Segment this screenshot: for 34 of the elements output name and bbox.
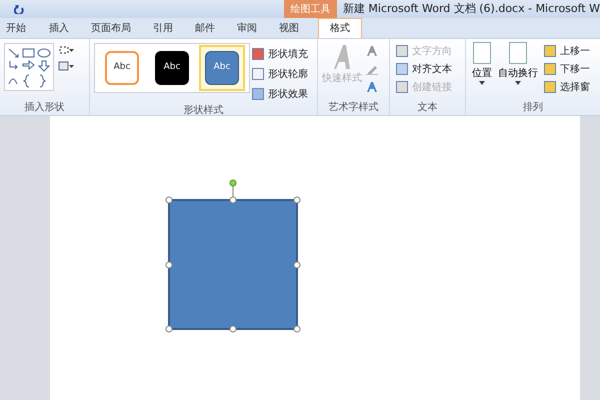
ribbon-large-button[interactable]: 自动换行 (498, 42, 538, 99)
ribbon-tab[interactable]: 视图 (268, 18, 310, 38)
ribbon-large-button[interactable]: 位置 (472, 42, 492, 99)
ribbon-command[interactable]: 形状填充 (252, 45, 308, 63)
group-label: 艺术字样式 (328, 100, 378, 114)
ribbon-command[interactable]: 形状轮廓 (252, 65, 308, 83)
edit-shape-icon[interactable] (58, 45, 74, 55)
caret-icon[interactable] (515, 81, 521, 85)
caret-icon[interactable] (479, 81, 485, 85)
ribbon-tab[interactable]: 审阅 (226, 18, 268, 38)
text-effects-icon[interactable] (366, 81, 378, 93)
ribbon-tab[interactable]: 引用 (142, 18, 184, 38)
ribbon-command[interactable]: 下移一 (544, 60, 590, 78)
ribbon-command[interactable]: 选择窗 (544, 78, 590, 96)
ribbon-tab[interactable]: 格式 (318, 18, 362, 38)
ribbon-command[interactable]: 上移一 (544, 42, 590, 60)
ribbon-tab[interactable]: 邮件 (184, 18, 226, 38)
group-label: 形状样式 (184, 104, 224, 118)
undo-icon[interactable] (14, 4, 24, 14)
ribbon-command[interactable]: 形状效果 (252, 85, 308, 103)
group-label: 文本 (418, 100, 438, 114)
context-tab-header: 绘图工具 (284, 0, 337, 18)
shapes-gallery[interactable] (4, 43, 54, 91)
rectangle-shape-drawing[interactable] (165, 178, 301, 333)
group-label: 插入形状 (24, 100, 64, 114)
ribbon-tab[interactable]: 插入 (38, 18, 80, 38)
window-title: 新建 Microsoft Word 文档 (6).docx - Microsoft W (342, 0, 600, 17)
group-label: 排列 (523, 100, 543, 114)
text-box-icon[interactable] (58, 61, 74, 71)
text-fill-icon[interactable] (366, 45, 378, 57)
ribbon-tab[interactable]: 开始 (0, 18, 38, 38)
ribbon-command[interactable]: 对齐文本 (396, 60, 465, 78)
ribbon-tab[interactable]: 页面布局 (80, 18, 142, 38)
style-thumbnail[interactable]: Abc (199, 45, 245, 91)
